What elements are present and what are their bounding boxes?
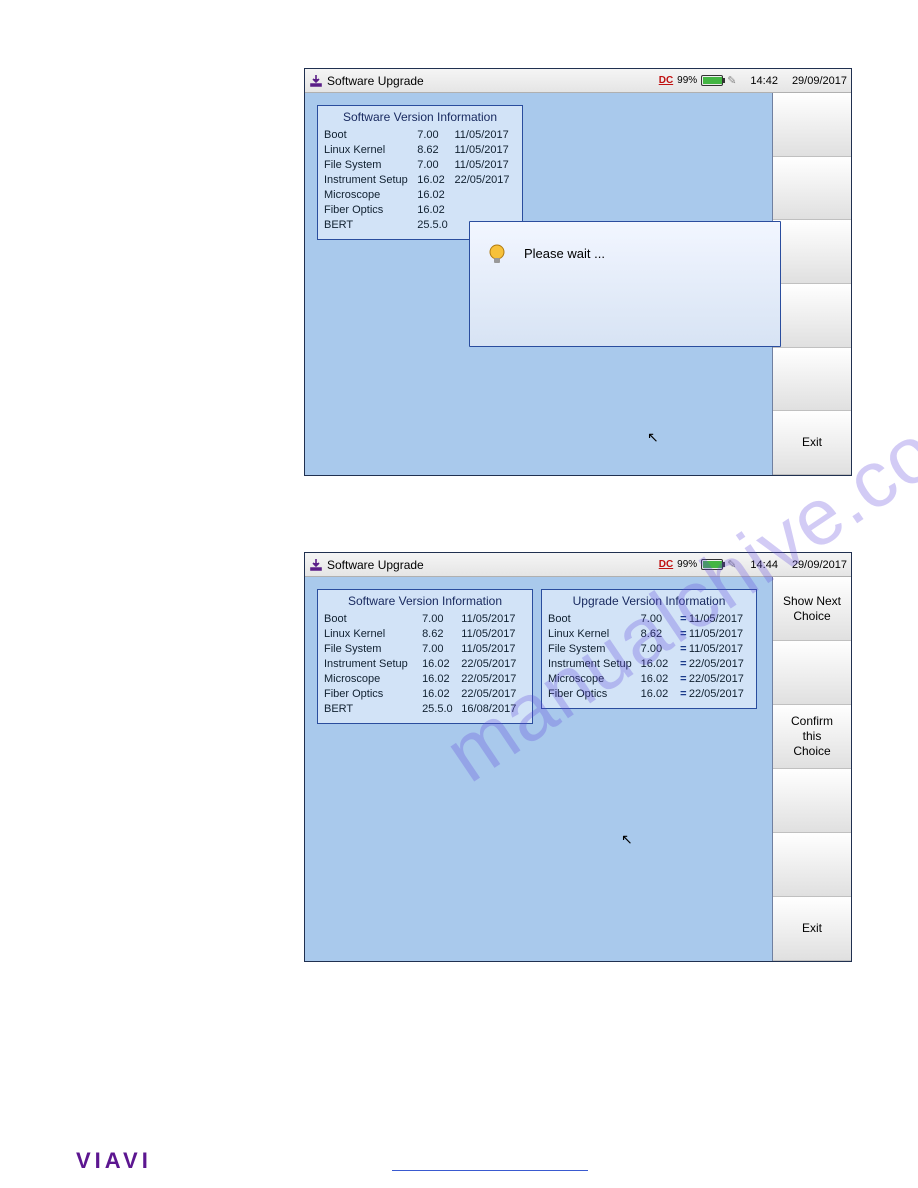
table-row: Linux Kernel8.6211/05/2017 <box>324 627 526 642</box>
lightbulb-icon <box>484 242 510 268</box>
table-row: Instrument Setup16.0222/05/2017 <box>324 657 526 672</box>
table-row: Microscope16.02 <box>324 188 516 203</box>
exit-button[interactable]: Exit <box>773 897 851 961</box>
version-table: Boot7.00=11/05/2017 Linux Kernel8.62=11/… <box>542 612 756 708</box>
table-row: Linux Kernel8.6211/05/2017 <box>324 143 516 158</box>
titlebar: Software Upgrade DC 99% ✎ 14:42 29/09/20… <box>305 69 851 93</box>
screenshot-2: Software Upgrade DC 99% ✎ 14:44 29/09/20… <box>304 552 852 962</box>
side-button-empty[interactable]: . <box>773 157 851 221</box>
table-row: File System7.0011/05/2017 <box>324 158 516 173</box>
table-row: Microscope16.02=22/05/2017 <box>548 672 750 687</box>
dc-indicator: DC <box>659 559 673 570</box>
clock-date: 29/09/2017 <box>792 559 847 571</box>
sidebar: . . . . . Exit <box>773 93 851 475</box>
screenshot-1: Software Upgrade DC 99% ✎ 14:42 29/09/20… <box>304 68 852 476</box>
software-version-panel: Software Version Information Boot7.0011/… <box>317 589 533 724</box>
software-version-panel: Software Version Information Boot7.0011/… <box>317 105 523 240</box>
please-wait-dialog: Please wait ... <box>469 221 781 347</box>
viavi-logo: VIAVI <box>76 1148 152 1174</box>
side-button-empty[interactable]: . <box>773 348 851 412</box>
panel-title: Software Version Information <box>318 590 532 612</box>
dc-indicator: DC <box>659 75 673 86</box>
side-button-empty[interactable]: . <box>773 641 851 705</box>
table-row: File System7.00=11/05/2017 <box>548 642 750 657</box>
version-table: Boot7.0011/05/2017 Linux Kernel8.6211/05… <box>318 612 532 723</box>
side-button-empty[interactable]: . <box>773 220 851 284</box>
exit-button[interactable]: Exit <box>773 411 851 475</box>
side-button-empty[interactable]: . <box>773 93 851 157</box>
side-button-empty[interactable]: . <box>773 769 851 833</box>
show-next-choice-button[interactable]: Show Next Choice <box>773 577 851 641</box>
table-row: Fiber Optics16.0222/05/2017 <box>324 687 526 702</box>
mouse-cursor-icon: ↖ <box>647 429 659 446</box>
table-row: Boot7.00=11/05/2017 <box>548 612 750 627</box>
battery-percent: 99% <box>677 559 697 570</box>
side-button-empty[interactable]: . <box>773 833 851 897</box>
sidebar: Show Next Choice . Confirm this Choice .… <box>773 577 851 961</box>
table-row: Instrument Setup16.0222/05/2017 <box>324 173 516 188</box>
table-row: Linux Kernel8.62=11/05/2017 <box>548 627 750 642</box>
confirm-choice-button[interactable]: Confirm this Choice <box>773 705 851 769</box>
download-icon <box>309 558 323 572</box>
status-area: DC 99% ✎ 14:42 29/09/2017 <box>659 74 847 87</box>
table-row: Instrument Setup16.02=22/05/2017 <box>548 657 750 672</box>
window-title: Software Upgrade <box>327 558 424 572</box>
table-row: Boot7.0011/05/2017 <box>324 612 526 627</box>
footer-divider <box>392 1170 588 1171</box>
table-row: BERT25.5.016/08/2017 <box>324 702 526 717</box>
titlebar: Software Upgrade DC 99% ✎ 14:44 29/09/20… <box>305 553 851 577</box>
plug-icon: ✎ <box>727 74 736 87</box>
panel-title: Upgrade Version Information <box>542 590 756 612</box>
status-area: DC 99% ✎ 14:44 29/09/2017 <box>659 558 847 571</box>
mouse-cursor-icon: ↖ <box>621 831 633 848</box>
clock-time: 14:42 <box>750 75 778 87</box>
table-row: Microscope16.0222/05/2017 <box>324 672 526 687</box>
clock-time: 14:44 <box>750 559 778 571</box>
table-row: Boot7.0011/05/2017 <box>324 128 516 143</box>
side-button-empty[interactable]: . <box>773 284 851 348</box>
battery-icon <box>701 559 723 570</box>
battery-icon <box>701 75 723 86</box>
upgrade-version-panel: Upgrade Version Information Boot7.00=11/… <box>541 589 757 709</box>
download-icon <box>309 74 323 88</box>
panel-title: Software Version Information <box>318 106 522 128</box>
window-title: Software Upgrade <box>327 74 424 88</box>
plug-icon: ✎ <box>727 558 736 571</box>
table-row: File System7.0011/05/2017 <box>324 642 526 657</box>
dialog-message: Please wait ... <box>524 246 605 261</box>
table-row: Fiber Optics16.02=22/05/2017 <box>548 687 750 702</box>
table-row: Fiber Optics16.02 <box>324 203 516 218</box>
clock-date: 29/09/2017 <box>792 75 847 87</box>
battery-percent: 99% <box>677 75 697 86</box>
